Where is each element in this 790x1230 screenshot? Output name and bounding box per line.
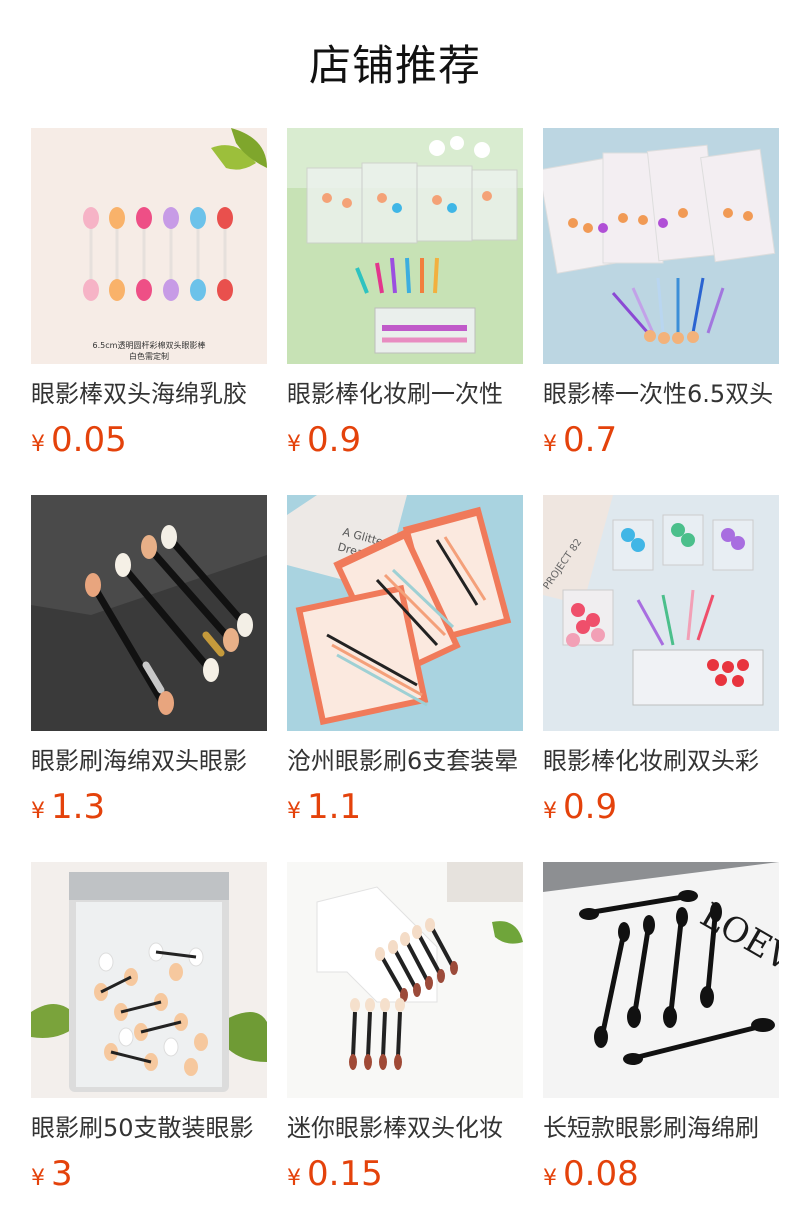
product-name[interactable]: 迷你眼影棒双头化妆: [287, 1112, 523, 1144]
currency-symbol: ¥: [543, 432, 557, 457]
product-price: ¥0.7: [543, 418, 779, 462]
currency-symbol: ¥: [287, 432, 301, 457]
product-image[interactable]: LOEV: [543, 862, 779, 1098]
product-card[interactable]: PROJECT 82 眼影棒化妆刷双头彩 ¥0.9: [543, 495, 779, 829]
product-image[interactable]: PROJECT 82: [543, 495, 779, 731]
price-value: 0.15: [307, 1154, 383, 1194]
product-card[interactable]: A Glitter Dream 沧州眼影刷6支套装晕 ¥1.1: [287, 495, 523, 829]
currency-symbol: ¥: [31, 432, 45, 457]
product-price: ¥0.05: [31, 418, 267, 462]
product-image[interactable]: 6.5cm透明圆杆彩棉双头眼影棒 白色需定制: [31, 128, 267, 364]
image-caption: 6.5cm透明圆杆彩棉双头眼影棒: [93, 340, 206, 350]
currency-symbol: ¥: [31, 799, 45, 824]
product-image[interactable]: [31, 495, 267, 731]
product-name[interactable]: 眼影刷50支散装眼影: [31, 1112, 267, 1144]
price-value: 0.9: [563, 787, 618, 827]
currency-symbol: ¥: [287, 799, 301, 824]
product-name[interactable]: 长短款眼影刷海绵刷: [543, 1112, 779, 1144]
product-price: ¥0.9: [543, 785, 779, 829]
product-price: ¥1.1: [287, 785, 523, 829]
product-price: ¥3: [31, 1152, 267, 1196]
product-card[interactable]: 迷你眼影棒双头化妆 ¥0.15: [287, 862, 523, 1196]
product-card[interactable]: 眼影棒一次性6.5双头 ¥0.7: [543, 128, 779, 462]
product-image[interactable]: [287, 128, 523, 364]
product-card[interactable]: LOEV 长短款眼影刷海绵刷 ¥ 0.08: [543, 862, 779, 1196]
product-image[interactable]: [543, 128, 779, 364]
currency-symbol: ¥: [543, 1166, 557, 1191]
section-title: 店铺推荐: [308, 41, 481, 90]
product-name[interactable]: 眼影刷海绵双头眼影: [31, 745, 267, 777]
image-caption: 白色需定制: [129, 351, 169, 361]
product-card[interactable]: 眼影棒化妆刷一次性 ¥0.9: [287, 128, 523, 462]
price-value: 0.9: [307, 420, 362, 460]
price-value: 1.1: [307, 787, 362, 827]
product-image[interactable]: A Glitter Dream: [287, 495, 523, 731]
price-value: 0.08: [563, 1154, 639, 1194]
currency-symbol: ¥: [543, 799, 557, 824]
product-image[interactable]: [287, 862, 523, 1098]
product-name[interactable]: 眼影棒一次性6.5双头: [543, 378, 779, 410]
product-card[interactable]: 眼影刷50支散装眼影 ¥3: [31, 862, 267, 1196]
price-value: 0.7: [563, 420, 618, 460]
product-image[interactable]: [31, 862, 267, 1098]
product-card[interactable]: 6.5cm透明圆杆彩棉双头眼影棒 白色需定制 眼影棒双头海绵乳胶 ¥0.05: [31, 128, 267, 462]
price-value: 0.05: [51, 420, 127, 460]
product-name[interactable]: 眼影棒双头海绵乳胶: [31, 378, 267, 410]
product-price: ¥1.3: [31, 785, 267, 829]
product-card[interactable]: 眼影刷海绵双头眼影 ¥1.3: [31, 495, 267, 829]
product-name[interactable]: 眼影棒化妆刷双头彩: [543, 745, 779, 777]
product-price: ¥0.08: [543, 1152, 779, 1196]
price-value: 3: [51, 1154, 73, 1194]
currency-symbol: ¥: [31, 1166, 45, 1191]
product-price: ¥0.15: [287, 1152, 523, 1196]
price-value: 1.3: [51, 787, 106, 827]
product-name[interactable]: 沧州眼影刷6支套装晕: [287, 745, 523, 777]
product-name[interactable]: 眼影棒化妆刷一次性: [287, 378, 523, 410]
currency-symbol: ¥: [287, 1166, 301, 1191]
product-price: ¥0.9: [287, 418, 523, 462]
